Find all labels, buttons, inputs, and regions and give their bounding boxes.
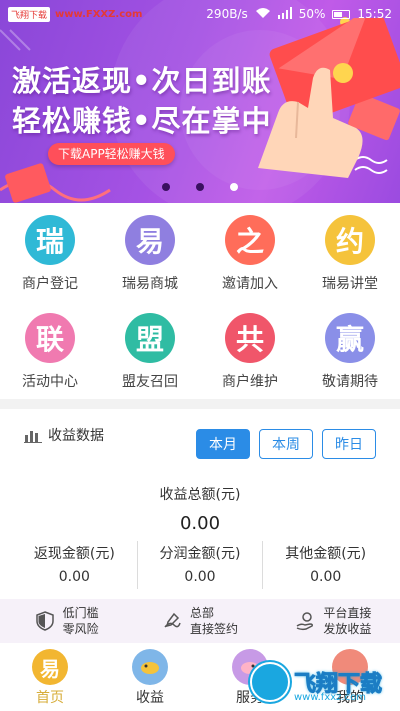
promo-banner[interactable]: 飞翔下载 www.FXXZ.com 290B/s 50% 15:52 激活返现•…: [0, 0, 400, 203]
feature-line: 低门槛: [62, 606, 99, 620]
total-income-label: 收益总额(元): [159, 487, 241, 503]
metric-value: 0.00: [58, 569, 90, 585]
feature-line: 直接签约: [189, 622, 238, 636]
metric-label: 分润金额(元): [159, 546, 241, 562]
grid-item-label: 瑞易商城: [122, 276, 178, 292]
grid-item-invite-join[interactable]: 之 邀请加入: [200, 203, 300, 301]
feature-direct-payout: 平台直接 发放收益: [267, 605, 400, 637]
metric-value: 0.00: [310, 569, 342, 585]
section-divider: [0, 399, 400, 409]
shield-icon: [35, 611, 54, 631]
merchant-register-icon: 瑞: [25, 215, 75, 265]
tab-yesterday[interactable]: 昨日: [322, 429, 376, 459]
metric-label: 返现金额(元): [33, 546, 115, 562]
grid-item-label: 商户维护: [222, 374, 278, 390]
bar-chart-icon: [24, 431, 42, 443]
coin-hand-icon: [296, 612, 314, 631]
watermark-url: www.FXXZ.com: [55, 8, 143, 20]
cashback-metric: 返现金额(元) 0.00: [12, 541, 137, 589]
invite-join-icon: 之: [225, 215, 275, 265]
grid-item-label: 邀请加入: [222, 276, 278, 292]
income-header: 收益数据: [24, 425, 104, 445]
download-app-button[interactable]: 下载APP轻松赚大钱: [48, 143, 175, 165]
grid-item-label: 盟友召回: [122, 374, 178, 390]
red-envelope-hand-illustration: [258, 18, 400, 178]
feature-line: 零风险: [62, 622, 99, 636]
feature-grid: 瑞 商户登记 易 瑞易商城 之 邀请加入 约 瑞易讲堂 联 活动中心 盟 盟友召…: [0, 203, 400, 399]
grid-item-ally-recall[interactable]: 盟 盟友召回: [100, 301, 200, 399]
feature-line: 平台直接: [323, 606, 372, 620]
feature-line: 总部: [189, 606, 214, 620]
grid-item-merchant-maintain[interactable]: 共 商户维护: [200, 301, 300, 399]
nav-label: 收益: [136, 690, 164, 706]
grid-item-activity-center[interactable]: 联 活动中心: [0, 301, 100, 399]
income-panel: 收益数据 本月 本周 昨日 收益总额(元) 0.00 返现金额(元) 0.00 …: [0, 409, 400, 599]
grid-item-ruiyi-lecture[interactable]: 约 瑞易讲堂: [300, 203, 400, 301]
home-icon: 易: [32, 649, 68, 685]
activity-center-icon: 联: [25, 313, 75, 363]
ally-recall-icon: 盟: [125, 313, 175, 363]
income-metrics: 返现金额(元) 0.00 分润金额(元) 0.00 其他金额(元) 0.00: [12, 541, 388, 589]
coming-soon-icon: 赢: [325, 313, 375, 363]
grid-item-label: 瑞易讲堂: [322, 276, 378, 292]
feature-line: 发放收益: [323, 622, 372, 636]
grid-item-merchant-register[interactable]: 瑞 商户登记: [0, 203, 100, 301]
grid-item-label: 商户登记: [22, 276, 78, 292]
grid-item-label: 敬请期待: [322, 374, 378, 390]
metric-label: 其他金额(元): [285, 546, 367, 562]
carousel-indicator: [0, 183, 400, 191]
other-income-metric: 其他金额(元) 0.00: [262, 541, 388, 589]
metric-value: 0.00: [184, 569, 216, 585]
sign-pen-icon: [164, 612, 181, 628]
tab-this-week[interactable]: 本周: [259, 429, 313, 459]
features-strip: 低门槛 零风险 总部 直接签约 平台直接 发放收益: [0, 599, 400, 643]
income-title: 收益数据: [48, 428, 104, 444]
grid-item-ruiyi-mall[interactable]: 易 瑞易商城: [100, 203, 200, 301]
banner-title-line2: 轻松赚钱•尽在掌中: [12, 104, 272, 138]
watermark-tag: 飞翔下载: [8, 6, 51, 22]
watermark-logo-icon: [250, 662, 290, 702]
nav-income[interactable]: 收益: [100, 643, 200, 711]
grid-item-coming-soon[interactable]: 赢 敬请期待: [300, 301, 400, 399]
nav-label: 首页: [36, 690, 64, 706]
feature-low-risk: 低门槛 零风险: [0, 605, 133, 637]
banner-title-line1: 激活返现•次日到账: [12, 64, 272, 98]
grid-item-label: 活动中心: [22, 374, 78, 390]
period-tabs: 本月 本周 昨日: [196, 429, 376, 459]
total-income-value: 0.00: [179, 513, 221, 534]
ruiyi-mall-icon: 易: [125, 215, 175, 265]
carousel-dot-active[interactable]: [230, 183, 238, 191]
tab-this-month[interactable]: 本月: [196, 429, 250, 459]
income-icon: [132, 649, 168, 685]
merchant-maintain-icon: 共: [225, 313, 275, 363]
carousel-dot[interactable]: [196, 183, 204, 191]
profit-share-metric: 分润金额(元) 0.00: [136, 541, 263, 589]
nav-home[interactable]: 易 首页: [0, 643, 100, 711]
ruiyi-lecture-icon: 约: [325, 215, 375, 265]
watermark-badge-url: www.fxxz.com: [294, 692, 366, 703]
watermark-badge: 飞翔下载 www.fxxz.com: [250, 662, 383, 703]
feature-direct-contract: 总部 直接签约: [133, 605, 266, 637]
carousel-dot[interactable]: [162, 183, 170, 191]
